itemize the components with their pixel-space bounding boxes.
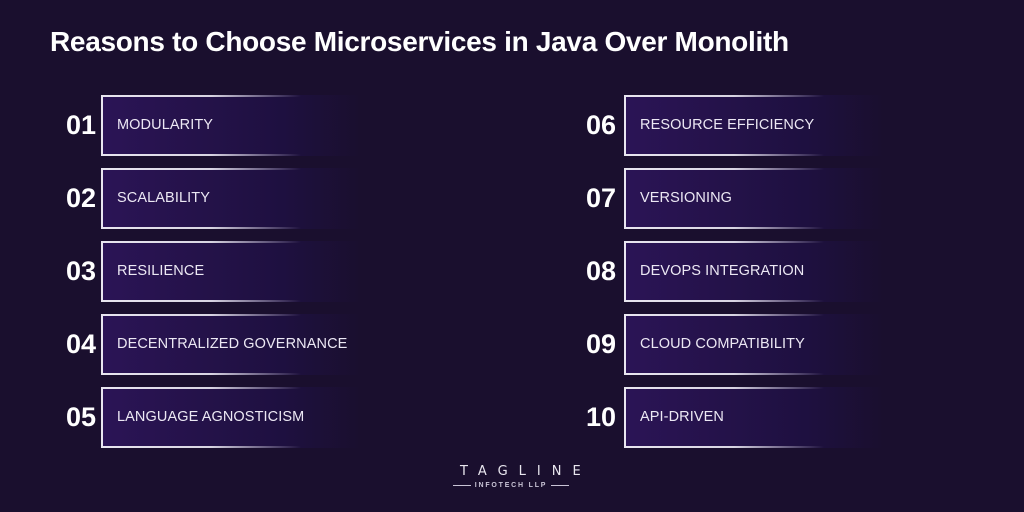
reason-number: 02: [65, 183, 96, 213]
reason-box: LANGUAGE AGNOSTICISM: [101, 387, 361, 448]
divider: [452, 485, 471, 486]
reason-label: MODULARITY: [117, 117, 214, 133]
reason-number: 08: [585, 256, 616, 286]
reason-box: MODULARITY: [101, 95, 361, 156]
reason-number: 10: [585, 402, 616, 432]
reason-number: 06: [585, 110, 616, 140]
reason-box: CLOUD COMPATIBILITY: [624, 314, 884, 375]
page-title: Reasons to Choose Microservices in Java …: [50, 26, 789, 57]
reason-number: 05: [65, 402, 96, 432]
reason-label: RESILIENCE: [117, 263, 205, 279]
reason-label: DECENTRALIZED GOVERNANCE: [117, 336, 348, 352]
reason-label: RESOURCE EFFICIENCY: [640, 117, 815, 133]
divider: [551, 485, 570, 486]
reason-label: SCALABILITY: [117, 190, 210, 206]
reason-number: 04: [65, 329, 96, 359]
reason-number: 03: [65, 256, 96, 286]
reason-number: 09: [585, 329, 616, 359]
logo-name: TAGLINE: [460, 464, 592, 479]
reason-label: VERSIONING: [640, 190, 733, 206]
reason-label: CLOUD COMPATIBILITY: [640, 336, 805, 352]
reason-label: DEVOPS INTEGRATION: [640, 263, 805, 279]
reason-number: 07: [585, 183, 616, 213]
reason-box: DECENTRALIZED GOVERNANCE: [101, 314, 361, 375]
reason-box: DEVOPS INTEGRATION: [624, 241, 884, 302]
reason-label: LANGUAGE AGNOSTICISM: [117, 409, 305, 425]
reason-box: SCALABILITY: [101, 168, 361, 229]
logo-subtitle-row: INFOTECH LLP: [452, 482, 570, 489]
reason-box: RESOURCE EFFICIENCY: [624, 95, 884, 156]
logo-subtitle: INFOTECH LLP: [474, 482, 548, 489]
reason-number: 01: [65, 110, 96, 140]
reason-box: RESILIENCE: [101, 241, 361, 302]
reason-label: API-DRIVEN: [640, 409, 724, 425]
reason-box: VERSIONING: [624, 168, 884, 229]
company-logo: TAGLINE INFOTECH LLP: [452, 464, 592, 489]
reason-box: API-DRIVEN: [624, 387, 884, 448]
